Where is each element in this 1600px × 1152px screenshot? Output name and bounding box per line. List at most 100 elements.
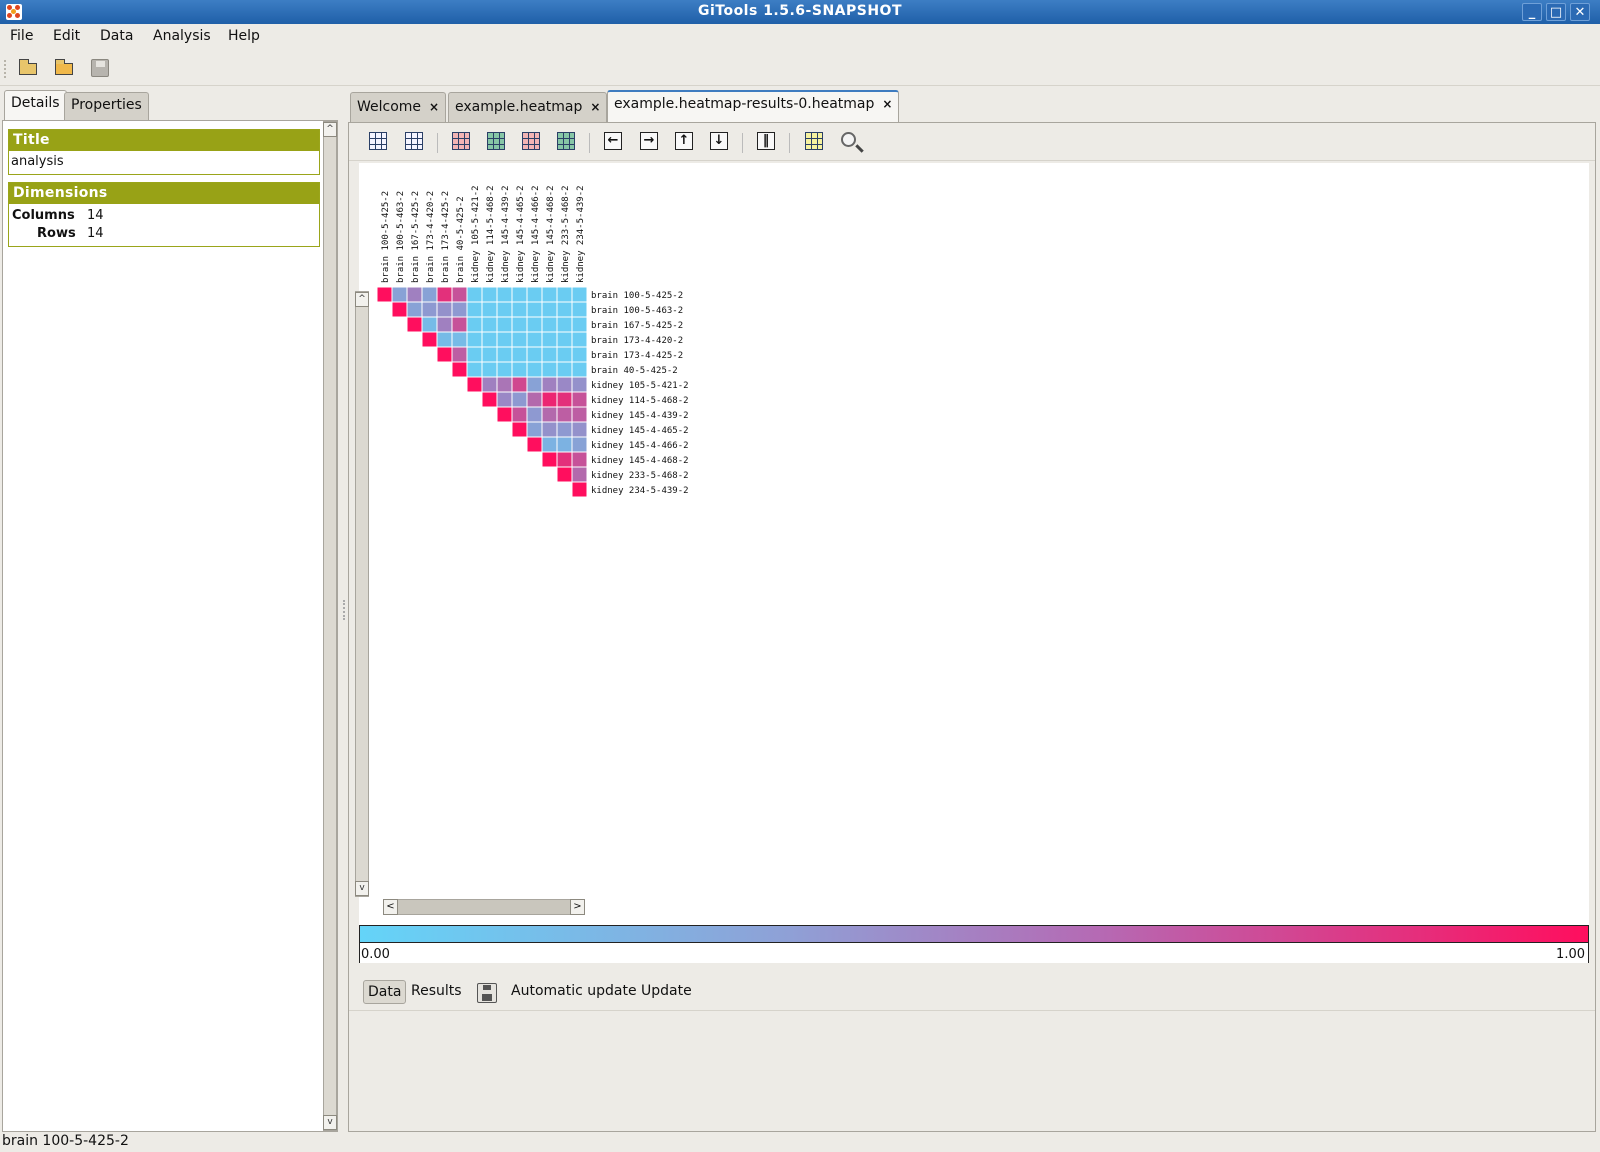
- heatmap-cell[interactable]: [496, 376, 513, 393]
- clear-selection-icon[interactable]: [805, 132, 825, 152]
- column-header[interactable]: kidney 233-5-468-2: [561, 185, 571, 283]
- heatmap-cell[interactable]: [391, 286, 408, 303]
- move-left-icon[interactable]: ←: [604, 132, 624, 152]
- row-header[interactable]: kidney 145-4-468-2: [591, 456, 689, 466]
- heatmap-cell[interactable]: [571, 286, 588, 303]
- heatmap-cell[interactable]: [496, 316, 513, 333]
- heatmap-cell[interactable]: [571, 481, 588, 498]
- row-header[interactable]: kidney 145-4-439-2: [591, 411, 689, 421]
- heatmap-cell[interactable]: [421, 331, 438, 348]
- tab-properties[interactable]: Properties: [64, 92, 149, 120]
- column-header[interactable]: brain 167-5-425-2: [411, 191, 421, 283]
- panel-splitter[interactable]: [343, 600, 346, 620]
- column-header[interactable]: kidney 145-4-439-2: [501, 185, 511, 283]
- move-down-icon[interactable]: ↓: [710, 132, 730, 152]
- heatmap-cell[interactable]: [556, 406, 573, 423]
- row-header[interactable]: brain 40-5-425-2: [591, 366, 678, 376]
- tab-example-heatmap[interactable]: example.heatmap ×: [448, 92, 608, 122]
- heatmap-cell[interactable]: [481, 301, 498, 318]
- menu-file[interactable]: File: [10, 28, 33, 44]
- heatmap-cell[interactable]: [526, 436, 543, 453]
- heatmap-cell[interactable]: [496, 346, 513, 363]
- heatmap-cell[interactable]: [571, 376, 588, 393]
- heatmap-cell[interactable]: [496, 286, 513, 303]
- heatmap-cell[interactable]: [451, 361, 468, 378]
- scroll-right-icon[interactable]: >: [570, 899, 585, 915]
- heatmap-cell[interactable]: [556, 361, 573, 378]
- heatmap-cell[interactable]: [541, 421, 558, 438]
- column-header[interactable]: kidney 234-5-439-2: [576, 185, 586, 283]
- heatmap-cell[interactable]: [421, 301, 438, 318]
- heatmap-cell[interactable]: [466, 331, 483, 348]
- heatmap-cell[interactable]: [511, 421, 528, 438]
- select-all-icon[interactable]: ‖: [757, 132, 777, 152]
- heatmap-cell[interactable]: [451, 331, 468, 348]
- column-header[interactable]: kidney 145-4-465-2: [516, 185, 526, 283]
- heatmap-horizontal-scrollbar[interactable]: < >: [383, 899, 585, 915]
- heatmap-cell[interactable]: [511, 316, 528, 333]
- heatmap-cell[interactable]: [406, 286, 423, 303]
- heatmap-cell[interactable]: [526, 406, 543, 423]
- heatmap-cell[interactable]: [376, 286, 393, 303]
- heatmap-cell[interactable]: [406, 316, 423, 333]
- heatmap-cell[interactable]: [556, 466, 573, 483]
- heatmap-cell[interactable]: [541, 376, 558, 393]
- heatmap-cell[interactable]: [541, 451, 558, 468]
- row-header[interactable]: brain 173-4-425-2: [591, 351, 683, 361]
- tab-welcome[interactable]: Welcome ×: [350, 92, 447, 122]
- save-icon[interactable]: [89, 58, 111, 78]
- heatmap-cell[interactable]: [526, 361, 543, 378]
- tab-results-heatmap[interactable]: example.heatmap-results-0.heatmap ×: [607, 90, 900, 122]
- heatmap-cell[interactable]: [436, 286, 453, 303]
- heatmap-cell[interactable]: [481, 286, 498, 303]
- heatmap-cell[interactable]: [451, 286, 468, 303]
- heatmap-cell[interactable]: [436, 331, 453, 348]
- heatmap-cell[interactable]: [556, 346, 573, 363]
- update-button[interactable]: Update: [641, 983, 692, 999]
- sort-rows-icon[interactable]: [452, 132, 472, 152]
- menu-analysis[interactable]: Analysis: [153, 28, 211, 44]
- menu-data[interactable]: Data: [100, 28, 133, 44]
- column-header[interactable]: kidney 105-5-421-2: [471, 185, 481, 283]
- heatmap-cell[interactable]: [571, 331, 588, 348]
- heatmap-cell[interactable]: [481, 316, 498, 333]
- heatmap-cell[interactable]: [436, 316, 453, 333]
- minimize-button[interactable]: _: [1522, 3, 1542, 21]
- details-scrollbar[interactable]: ^ v: [323, 121, 337, 1131]
- results-button[interactable]: Results: [411, 983, 462, 999]
- heatmap-cell[interactable]: [511, 391, 528, 408]
- hide-icon[interactable]: [557, 132, 577, 152]
- heatmap-cell[interactable]: [556, 376, 573, 393]
- heatmap-cell[interactable]: [571, 451, 588, 468]
- heatmap-cell[interactable]: [481, 346, 498, 363]
- save-icon[interactable]: [477, 983, 497, 1003]
- automatic-update-toggle[interactable]: Automatic update: [511, 983, 637, 999]
- column-header[interactable]: brain 100-5-425-2: [381, 191, 391, 283]
- heatmap-cell[interactable]: [541, 436, 558, 453]
- column-header[interactable]: brain 40-5-425-2: [456, 196, 466, 283]
- menu-edit[interactable]: Edit: [53, 28, 80, 44]
- heatmap-cell[interactable]: [466, 346, 483, 363]
- row-header[interactable]: brain 100-5-425-2: [591, 291, 683, 301]
- heatmap-cell[interactable]: [496, 361, 513, 378]
- heatmap-cell[interactable]: [541, 391, 558, 408]
- tab-details[interactable]: Details: [4, 90, 67, 121]
- heatmap-cell[interactable]: [556, 286, 573, 303]
- scroll-up-icon[interactable]: ^: [355, 292, 369, 307]
- row-header[interactable]: kidney 145-4-466-2: [591, 441, 689, 451]
- heatmap-cell[interactable]: [571, 316, 588, 333]
- heatmap-cell[interactable]: [571, 466, 588, 483]
- heatmap-cell[interactable]: [451, 346, 468, 363]
- heatmap-cell[interactable]: [481, 376, 498, 393]
- column-header[interactable]: kidney 114-5-468-2: [486, 185, 496, 283]
- heatmap-cell[interactable]: [556, 421, 573, 438]
- grid-rows-icon[interactable]: [405, 132, 425, 152]
- heatmap-cell[interactable]: [466, 361, 483, 378]
- heatmap-cell[interactable]: [571, 361, 588, 378]
- heatmap-cell[interactable]: [451, 316, 468, 333]
- heatmap-cell[interactable]: [541, 331, 558, 348]
- heatmap-cell[interactable]: [496, 391, 513, 408]
- heatmap-cell[interactable]: [526, 391, 543, 408]
- heatmap-cell[interactable]: [556, 436, 573, 453]
- heatmap-cell[interactable]: [391, 301, 408, 318]
